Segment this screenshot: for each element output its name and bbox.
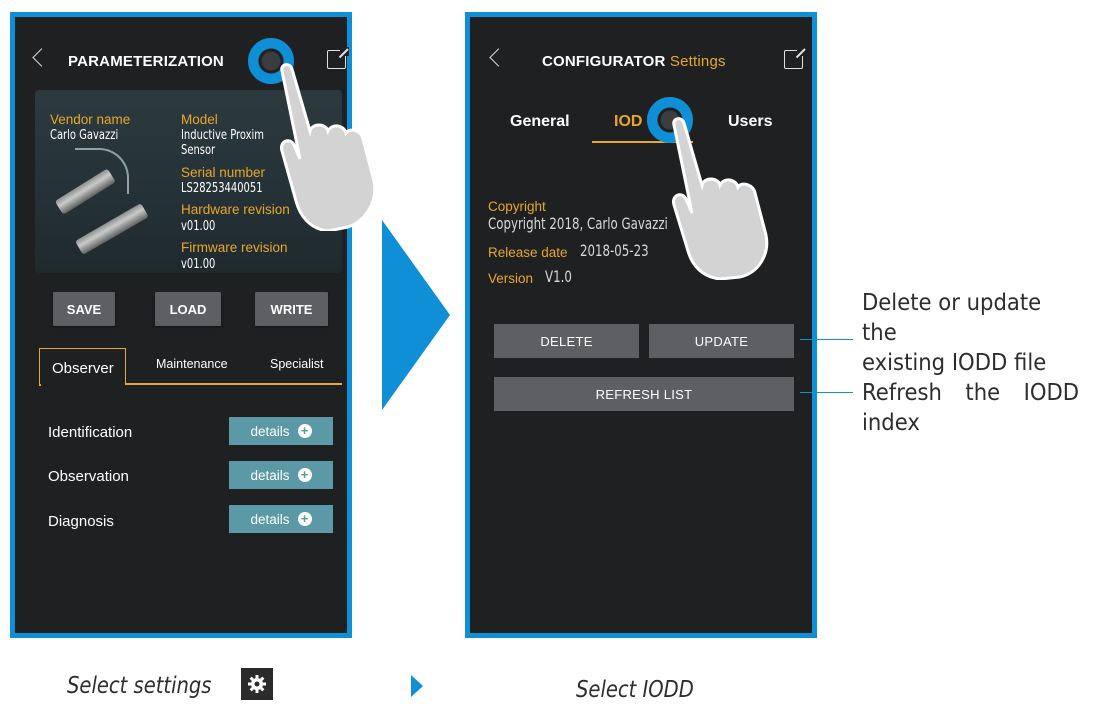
tab-iodd[interactable]: IOD [614, 113, 642, 131]
title-bold: CONFIGURATOR [542, 53, 666, 70]
settings-gear-icon [241, 668, 273, 700]
delete-button[interactable]: DELETE [494, 324, 639, 358]
callout-word: IODD [1023, 380, 1080, 406]
copyright-value: Copyright 2018, Carlo Gavazzi [488, 214, 668, 233]
update-button[interactable]: UPDATE [649, 324, 794, 358]
details-button-label: details [250, 423, 290, 439]
plus-icon: + [297, 512, 312, 526]
export-icon[interactable] [784, 47, 806, 69]
callout-word: Refresh [862, 380, 942, 406]
back-chevron-icon[interactable] [32, 48, 51, 67]
version-value: V1.0 [545, 267, 572, 286]
refresh-list-button[interactable]: REFRESH LIST [494, 377, 794, 411]
tab-underline [125, 383, 342, 385]
observation-label: Observation [48, 468, 129, 485]
firmware-value: v01.00 [181, 256, 216, 272]
details-button-label: details [250, 511, 290, 527]
vendor-label: Vendor name [50, 112, 131, 127]
title-accent: Settings [669, 53, 726, 70]
callout-line [800, 392, 853, 394]
release-date-label: Release date [488, 245, 568, 260]
caption-select-settings: Select settings [67, 673, 212, 699]
caption-select-iodd: Select IODD [576, 677, 694, 703]
release-date-value: 2018-05-23 [580, 241, 649, 260]
step-arrow-icon [411, 675, 423, 697]
page-title: CONFIGURATOR Settings [542, 53, 726, 70]
tab-underline [39, 384, 41, 386]
identification-details-button[interactable]: details + [229, 417, 333, 445]
diagnosis-details-button[interactable]: details + [229, 505, 333, 533]
tab-general[interactable]: General [510, 113, 570, 131]
model-value-line2: Sensor [181, 142, 216, 158]
diagnosis-label: Diagnosis [48, 513, 114, 530]
save-button[interactable]: SAVE [53, 292, 115, 326]
callout-word: the [965, 380, 1001, 406]
refresh-callout: Refresh the IODD index [862, 378, 1079, 438]
identification-label: Identification [48, 424, 133, 441]
callout-line1: Refresh the IODD [862, 378, 1079, 408]
tab-specialist[interactable]: Specialist [270, 357, 324, 371]
write-button[interactable]: WRITE [255, 292, 328, 326]
model-label: Model [181, 112, 218, 127]
copyright-label: Copyright [488, 199, 546, 214]
vendor-value: Carlo Gavazzi [50, 127, 119, 143]
pointing-hand-icon [280, 63, 377, 231]
callout-line1: Delete or update the [862, 290, 1042, 346]
observation-details-button[interactable]: details + [229, 461, 333, 489]
serial-value: LS28253440051 [181, 180, 263, 196]
parameterization-screen: PARAMETERIZATION Vendor name Carlo Gavaz… [10, 12, 377, 638]
configurator-settings-screen: CONFIGURATOR Settings General IOD Users … [465, 12, 817, 638]
page-title: PARAMETERIZATION [68, 53, 224, 70]
callout-line2: existing IODD file [862, 350, 1047, 376]
callout-line [800, 339, 853, 341]
plus-icon: + [297, 424, 312, 438]
back-chevron-icon[interactable] [489, 48, 508, 67]
serial-label: Serial number [181, 165, 266, 180]
sensor-image [75, 203, 149, 255]
pointing-hand-icon [672, 117, 769, 280]
tab-observer[interactable]: Observer [52, 360, 114, 377]
title-bar: CONFIGURATOR Settings [470, 17, 812, 97]
callout-line2: index [862, 410, 920, 436]
plus-icon: + [297, 468, 312, 482]
hardware-value: v01.00 [181, 218, 216, 234]
firmware-label: Firmware revision [181, 240, 288, 255]
delete-update-callout: Delete or update the existing IODD file [862, 288, 1079, 378]
details-button-label: details [250, 467, 290, 483]
next-step-arrow-icon [382, 220, 450, 410]
load-button[interactable]: LOAD [155, 292, 221, 326]
tab-maintenance[interactable]: Maintenance [156, 357, 228, 371]
version-label: Version [488, 271, 534, 286]
model-value: Inductive Proxim [181, 127, 264, 143]
